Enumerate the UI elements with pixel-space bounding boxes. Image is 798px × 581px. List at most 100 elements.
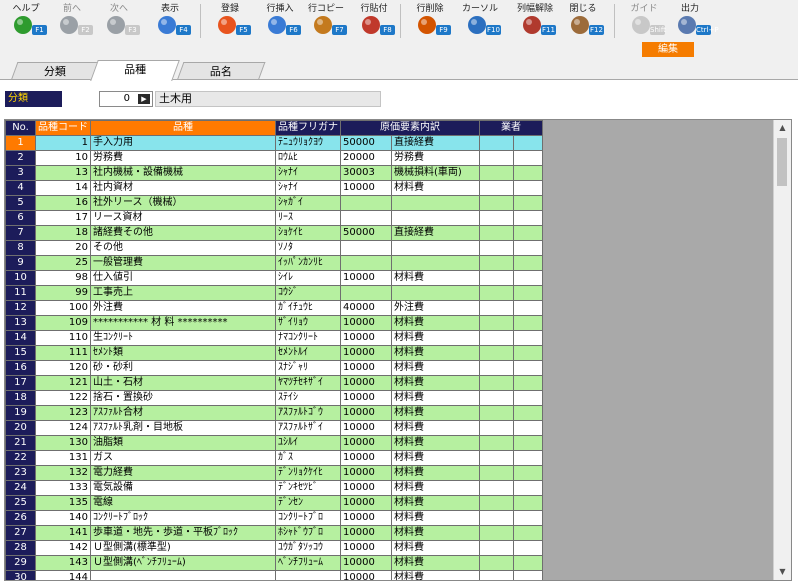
row-cost-name[interactable]: 直接経費 xyxy=(391,225,480,241)
row-name[interactable]: *********** 材 料 ********** xyxy=(90,315,276,331)
row-kana[interactable]: ﾃﾆｭｳﾘｮｸﾖｳ xyxy=(275,135,341,151)
row-kana[interactable]: ｺｳｼﾞ xyxy=(275,285,341,301)
row-code[interactable]: 20 xyxy=(35,240,91,256)
row-code[interactable]: 111 xyxy=(35,345,91,361)
column-header-name[interactable]: 品種 xyxy=(90,120,276,136)
row-cost-name[interactable]: 材料費 xyxy=(391,480,480,496)
row-vendor-code[interactable] xyxy=(479,150,514,166)
row-vendor-name[interactable] xyxy=(513,285,543,301)
row-vendor-name[interactable] xyxy=(513,480,543,496)
column-header-no[interactable]: No. xyxy=(5,120,36,136)
table-row[interactable]: 17 121 山土・石材 ﾔﾏﾂﾁｾｷｻﾞｲ 10000 材料費 xyxy=(5,375,543,391)
row-code[interactable]: 130 xyxy=(35,435,91,451)
row-vendor-code[interactable] xyxy=(479,240,514,256)
row-cost-name[interactable] xyxy=(391,240,480,256)
row-number[interactable]: 20 xyxy=(5,420,36,436)
row-cost-code[interactable]: 10000 xyxy=(340,495,392,511)
row-cost-name[interactable]: 材料費 xyxy=(391,465,480,481)
scroll-down-icon[interactable]: ▼ xyxy=(774,564,791,580)
table-row[interactable]: 30 144 10000 材料費 xyxy=(5,570,543,580)
row-number[interactable]: 24 xyxy=(5,480,36,496)
row-vendor-name[interactable] xyxy=(513,135,543,151)
row-cost-name[interactable]: 材料費 xyxy=(391,540,480,556)
row-cost-name[interactable]: 材料費 xyxy=(391,570,480,580)
row-cost-name[interactable]: 材料費 xyxy=(391,495,480,511)
vertical-scrollbar[interactable]: ▲ ▼ xyxy=(773,120,791,580)
table-row[interactable]: 23 132 電力経費 ﾃﾞﾝﾘｮｸｹｲﾋ 10000 材料費 xyxy=(5,465,543,481)
row-vendor-code[interactable] xyxy=(479,195,514,211)
row-vendor-code[interactable] xyxy=(479,450,514,466)
table-row[interactable]: 7 18 諸経費その他 ｼｮｹｲﾋ 50000 直接経費 xyxy=(5,225,543,241)
table-row[interactable]: 4 14 社内資材 ｼｬﾅｲ 10000 材料費 xyxy=(5,180,543,196)
row-vendor-name[interactable] xyxy=(513,225,543,241)
row-vendor-name[interactable] xyxy=(513,525,543,541)
table-row[interactable]: 28 142 Ｕ型側溝(標準型) ﾕｳｶﾞﾀｿｯｺｳ 10000 材料費 xyxy=(5,540,543,556)
row-kana[interactable]: ｼｲﾚ xyxy=(275,270,341,286)
row-cost-name[interactable]: 材料費 xyxy=(391,180,480,196)
row-kana[interactable]: ｻﾞｲﾘｮｳ xyxy=(275,315,341,331)
row-cost-code[interactable]: 10000 xyxy=(340,360,392,376)
row-code[interactable]: 14 xyxy=(35,180,91,196)
toolbar-button-4[interactable]: 表示 F4 xyxy=(148,0,192,42)
table-row[interactable]: 5 16 社外リース（機械） ｼｬｶﾞｲ xyxy=(5,195,543,211)
row-kana[interactable]: ﾕｳｶﾞﾀｿｯｺｳ xyxy=(275,540,341,556)
toolbar-button-8[interactable]: 行貼付 F8 xyxy=(352,0,396,42)
row-number[interactable]: 1 xyxy=(5,135,36,151)
row-code[interactable]: 13 xyxy=(35,165,91,181)
row-code[interactable]: 133 xyxy=(35,480,91,496)
row-number[interactable]: 22 xyxy=(5,450,36,466)
toolbar-button-5[interactable]: 登録 F5 xyxy=(208,0,252,42)
row-cost-code[interactable]: 10000 xyxy=(340,555,392,571)
row-kana[interactable]: ｼｬﾅｲ xyxy=(275,180,341,196)
row-code[interactable]: 121 xyxy=(35,375,91,391)
row-vendor-name[interactable] xyxy=(513,465,543,481)
row-cost-code[interactable]: 10000 xyxy=(340,315,392,331)
row-name[interactable]: 手入力用 xyxy=(90,135,276,151)
row-number[interactable]: 10 xyxy=(5,270,36,286)
row-kana[interactable]: ﾕｼﾙｲ xyxy=(275,435,341,451)
row-number[interactable]: 21 xyxy=(5,435,36,451)
row-vendor-name[interactable] xyxy=(513,330,543,346)
row-vendor-name[interactable] xyxy=(513,495,543,511)
row-vendor-name[interactable] xyxy=(513,375,543,391)
row-cost-name[interactable]: 材料費 xyxy=(391,375,480,391)
row-cost-code[interactable]: 10000 xyxy=(340,450,392,466)
row-cost-name[interactable]: 材料費 xyxy=(391,345,480,361)
row-name[interactable]: Ｕ型側溝(標準型) xyxy=(90,540,276,556)
row-vendor-name[interactable] xyxy=(513,240,543,256)
row-vendor-code[interactable] xyxy=(479,225,514,241)
scroll-thumb[interactable] xyxy=(777,138,787,186)
row-name[interactable]: 捨石・置換砂 xyxy=(90,390,276,406)
row-vendor-code[interactable] xyxy=(479,300,514,316)
row-cost-code[interactable]: 50000 xyxy=(340,135,392,151)
row-cost-name[interactable]: 材料費 xyxy=(391,390,480,406)
row-kana[interactable]: ﾃﾞﾝｷｾﾂﾋﾞ xyxy=(275,480,341,496)
row-kana[interactable]: ﾛｳﾑﾋ xyxy=(275,150,341,166)
table-row[interactable]: 24 133 電気設備 ﾃﾞﾝｷｾﾂﾋﾞ 10000 材料費 xyxy=(5,480,543,496)
row-kana[interactable]: ｲｯﾊﾟﾝｶﾝﾘﾋ xyxy=(275,255,341,271)
row-vendor-code[interactable] xyxy=(479,420,514,436)
row-vendor-name[interactable] xyxy=(513,300,543,316)
row-name[interactable]: Ｕ型側溝(ﾍﾞﾝﾁﾌﾘｭｰﾑ) xyxy=(90,555,276,571)
row-kana[interactable]: ｺﾝｸﾘｰﾄﾌﾞﾛ xyxy=(275,510,341,526)
row-cost-name[interactable]: 材料費 xyxy=(391,405,480,421)
column-header-vendor[interactable]: 業者 xyxy=(479,120,543,136)
toolbar-button-7[interactable]: 行コピー F7 xyxy=(304,0,348,42)
row-name[interactable]: ｱｽﾌｧﾙﾄ合材 xyxy=(90,405,276,421)
row-cost-name[interactable]: 材料費 xyxy=(391,525,480,541)
row-vendor-name[interactable] xyxy=(513,150,543,166)
table-row[interactable]: 26 140 ｺﾝｸﾘｰﾄﾌﾞﾛｯｸ ｺﾝｸﾘｰﾄﾌﾞﾛ 10000 材料費 xyxy=(5,510,543,526)
row-number[interactable]: 12 xyxy=(5,300,36,316)
row-vendor-name[interactable] xyxy=(513,405,543,421)
row-name[interactable]: 砂・砂利 xyxy=(90,360,276,376)
table-row[interactable]: 29 143 Ｕ型側溝(ﾍﾞﾝﾁﾌﾘｭｰﾑ) ﾍﾞﾝﾁﾌﾘｭｰﾑ 10000 材料費 xyxy=(5,555,543,571)
row-cost-code[interactable]: 10000 xyxy=(340,510,392,526)
row-code[interactable]: 143 xyxy=(35,555,91,571)
row-vendor-code[interactable] xyxy=(479,525,514,541)
row-vendor-name[interactable] xyxy=(513,180,543,196)
row-vendor-code[interactable] xyxy=(479,540,514,556)
row-cost-name[interactable] xyxy=(391,285,480,301)
row-kana[interactable]: ｶﾞｲﾁｭｳﾋ xyxy=(275,300,341,316)
row-code[interactable]: 17 xyxy=(35,210,91,226)
row-cost-code[interactable]: 10000 xyxy=(340,330,392,346)
